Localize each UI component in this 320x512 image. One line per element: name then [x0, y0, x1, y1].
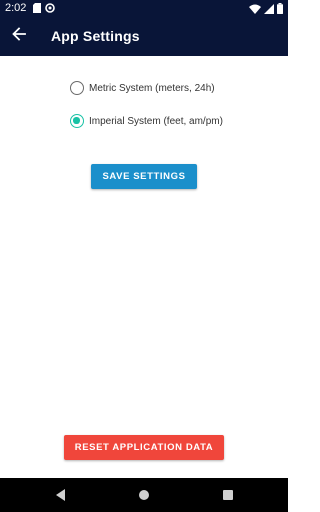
reset-application-data-button[interactable]: RESET APPLICATION DATA	[64, 435, 224, 460]
wifi-icon	[249, 4, 261, 17]
status-bar: 2:02	[0, 0, 288, 17]
app-bar: App Settings	[0, 17, 288, 56]
save-settings-button[interactable]: SAVE SETTINGS	[91, 164, 197, 189]
radio-checked-icon[interactable]	[70, 114, 84, 128]
system-nav-bar	[0, 478, 288, 512]
signal-icon	[264, 3, 274, 17]
status-time: 2:02	[5, 2, 27, 14]
arrow-back-icon	[12, 26, 26, 46]
status-icons-left	[33, 3, 55, 16]
nav-recents-icon[interactable]	[221, 488, 235, 502]
radio-imperial-label: Imperial System (feet, am/pm)	[89, 115, 223, 127]
radio-imperial-system[interactable]: Imperial System (feet, am/pm)	[70, 112, 223, 130]
sd-card-icon	[33, 3, 41, 16]
radio-metric-system[interactable]: Metric System (meters, 24h)	[70, 79, 215, 97]
sync-icon	[45, 3, 55, 16]
page-title: App Settings	[51, 28, 140, 44]
battery-icon	[277, 3, 283, 17]
nav-home-icon[interactable]	[137, 488, 151, 502]
nav-back-icon[interactable]	[54, 488, 68, 502]
status-icons-right	[249, 3, 283, 17]
radio-unchecked-icon[interactable]	[70, 81, 84, 95]
radio-metric-label: Metric System (meters, 24h)	[89, 82, 215, 94]
back-button[interactable]	[8, 25, 30, 47]
